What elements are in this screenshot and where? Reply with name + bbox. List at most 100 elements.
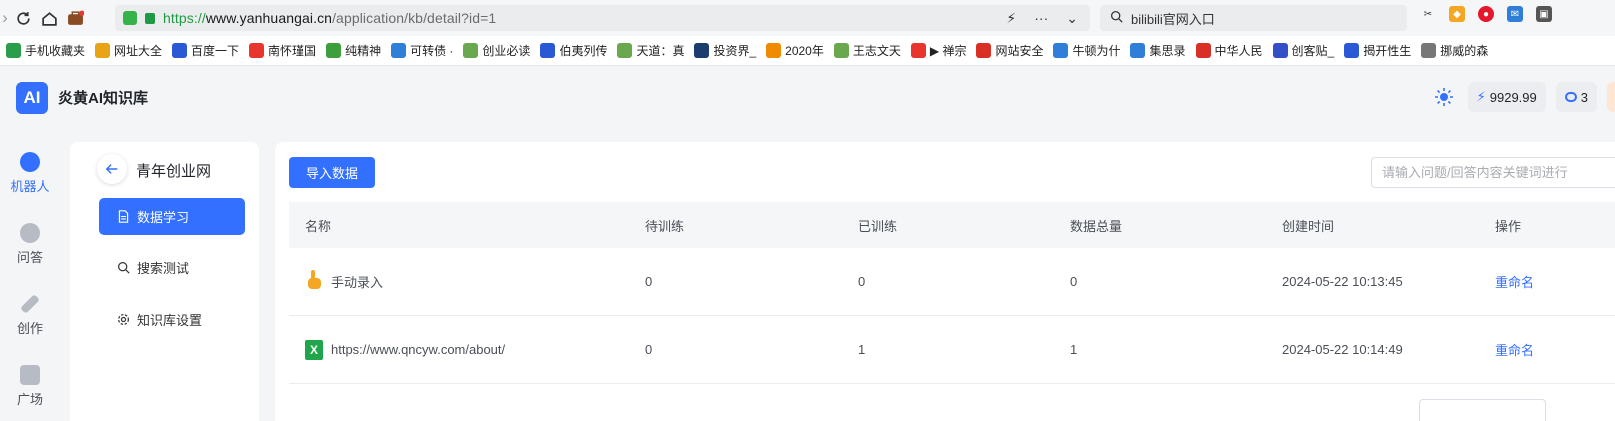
- bookmark-item[interactable]: 伯夷列传: [540, 42, 607, 59]
- bookmark-item[interactable]: 挪威的森: [1421, 42, 1488, 59]
- hand-pointer-icon: [305, 269, 323, 294]
- menu-item-label: 数据学习: [137, 210, 190, 225]
- column-header-trained: 已训练: [858, 218, 898, 234]
- data-table: 名称 待训练 已训练 数据总量 创建时间 操作 手动录入 0 0 0 2024-…: [289, 202, 1615, 384]
- kb-name: 青年创业网: [136, 163, 212, 180]
- url-text: https://www.yanhuangai.cn/application/kb…: [163, 10, 497, 26]
- scissors-icon[interactable]: ✂: [1420, 6, 1436, 22]
- bookmark-favicon-icon: [95, 43, 111, 58]
- shield-extension-icon[interactable]: ◆: [1449, 6, 1465, 22]
- back-arrow-icon[interactable]: ›: [0, 5, 10, 31]
- bookmark-item[interactable]: 集思录: [1130, 42, 1186, 59]
- briefcase-icon[interactable]: [62, 5, 88, 31]
- bookmark-favicon-icon: [1195, 43, 1211, 58]
- rail-item-square[interactable]: 广场: [0, 365, 60, 408]
- import-data-button[interactable]: 导入数据: [289, 157, 375, 188]
- bookmark-item[interactable]: 2020年: [766, 42, 824, 59]
- lightning-icon[interactable]: ⚡: [1006, 10, 1016, 27]
- chat-bubble-icon: [1564, 92, 1577, 102]
- menu-item-kb-settings[interactable]: 知识库设置: [99, 301, 245, 338]
- browser-toolbar: › https://www.yanhuangai.cn/application/…: [0, 0, 1615, 36]
- bookmark-label: 中华人民: [1214, 44, 1263, 58]
- menu-item-data-learning[interactable]: 数据学习: [99, 198, 245, 235]
- balance-badge[interactable]: ⚡ 9929.99: [1467, 82, 1546, 112]
- bookmark-favicon-icon: [694, 43, 710, 58]
- more-icon[interactable]: ···: [1034, 10, 1048, 26]
- row-pending: 0: [645, 274, 653, 289]
- bookmark-item[interactable]: 纯精神: [326, 42, 381, 59]
- bookmark-label: 2020年: [785, 44, 824, 58]
- reload-icon[interactable]: [10, 5, 36, 31]
- bookmark-item[interactable]: 投资界_: [694, 42, 756, 59]
- bookmark-favicon-icon: [833, 43, 849, 58]
- bookmark-item[interactable]: 可转债 ·: [391, 42, 453, 59]
- bookmark-item[interactable]: 中华人民: [1195, 42, 1263, 59]
- main-content: 导入数据 名称 待训练 已训练 数据总量 创建时间 操作 手动录入 0 0 0 …: [275, 142, 1615, 421]
- pen-icon: [20, 294, 40, 314]
- bookmark-item[interactable]: 网站安全: [976, 42, 1043, 59]
- bookmark-label: 集思录: [1149, 44, 1186, 58]
- kb-sidebar: 青年创业网 数据学习 搜索测试 知识库设置: [70, 142, 259, 421]
- row-trained: 1: [858, 342, 866, 357]
- excel-file-icon: X: [305, 339, 323, 360]
- column-header-actions: 操作: [1495, 218, 1522, 234]
- rail-item-create[interactable]: 创作: [0, 294, 60, 337]
- rename-link[interactable]: 重命名: [1495, 343, 1534, 358]
- table-row[interactable]: X https://www.qncyw.com/about/ 0 1 1 202…: [289, 316, 1615, 384]
- column-header-pending: 待训练: [645, 218, 685, 234]
- theme-toggle-icon[interactable]: [1430, 83, 1458, 111]
- bookmark-item[interactable]: 南怀瑾国: [249, 42, 316, 59]
- browser-search-text: bilibili官网入口: [1131, 11, 1215, 27]
- menu-item-search-test[interactable]: 搜索测试: [99, 249, 245, 286]
- bookmark-favicon-icon: [766, 43, 782, 58]
- wallet-icon[interactable]: ▣: [1536, 6, 1552, 22]
- table-header: 名称 待训练 已训练 数据总量 创建时间 操作: [289, 202, 1615, 248]
- user-badge-edge[interactable]: [1607, 82, 1615, 112]
- bookmark-favicon-icon: [1272, 43, 1288, 58]
- row-total: 1: [1070, 342, 1078, 357]
- bookmark-item[interactable]: 创业必读: [463, 42, 530, 59]
- address-bar[interactable]: https://www.yanhuangai.cn/application/kb…: [115, 5, 1090, 31]
- row-name: https://www.qncyw.com/about/: [331, 342, 506, 357]
- back-button[interactable]: [97, 154, 127, 184]
- row-created: 2024-05-22 10:13:45: [1282, 274, 1403, 289]
- browser-search-box[interactable]: bilibili官网入口: [1100, 5, 1407, 31]
- rail-item-label: 广场: [16, 392, 43, 407]
- weibo-icon[interactable]: ●: [1478, 6, 1494, 22]
- bookmark-label: 网址大全: [114, 44, 163, 58]
- rail-item-qa[interactable]: 问答: [0, 223, 60, 266]
- bookmark-favicon-icon: [1421, 43, 1437, 58]
- bookmark-label: 创业必读: [482, 44, 531, 58]
- bookmark-label: ▶ 禅宗: [929, 44, 967, 58]
- bookmark-label: 百度一下: [191, 44, 240, 58]
- pagination-select[interactable]: [1419, 399, 1546, 421]
- message-count: 3: [1580, 89, 1588, 105]
- rail-item-label: 创作: [16, 321, 43, 336]
- bookmark-label: 纯精神: [345, 44, 382, 58]
- mail-icon[interactable]: ✉: [1507, 6, 1523, 22]
- kb-search-input[interactable]: [1371, 157, 1615, 188]
- bookmark-item[interactable]: 手机收藏夹: [6, 42, 85, 59]
- bookmark-item[interactable]: 网址大全: [95, 42, 162, 59]
- bookmark-item[interactable]: 天道：真: [617, 42, 684, 59]
- search-icon: [118, 262, 130, 274]
- message-count-badge[interactable]: 3: [1555, 82, 1597, 112]
- bookmark-item[interactable]: 创客贴_: [1272, 42, 1334, 59]
- column-header-name: 名称: [305, 218, 332, 234]
- bookmark-item[interactable]: 王志文天: [833, 42, 901, 59]
- menu-item-label: 知识库设置: [137, 313, 203, 328]
- bookmark-item[interactable]: 揭开性生: [1344, 42, 1411, 59]
- arrow-left-icon: [105, 164, 118, 174]
- rename-link[interactable]: 重命名: [1495, 275, 1534, 290]
- rail-item-robot[interactable]: 机器人: [0, 152, 60, 195]
- bookmark-item[interactable]: 牛顿为什: [1053, 42, 1120, 59]
- chevron-down-icon[interactable]: ⌄: [1066, 10, 1078, 27]
- bookmark-favicon-icon: [249, 43, 265, 58]
- home-icon[interactable]: [36, 5, 62, 31]
- bookmark-favicon-icon: [6, 43, 21, 58]
- table-row[interactable]: 手动录入 0 0 0 2024-05-22 10:13:45 重命名: [289, 248, 1615, 316]
- bookmark-label: 王志文天: [852, 44, 901, 58]
- bookmark-favicon-icon: [172, 43, 188, 58]
- bookmark-item[interactable]: ▶ 禅宗: [910, 42, 967, 59]
- bookmark-item[interactable]: 百度一下: [172, 42, 239, 59]
